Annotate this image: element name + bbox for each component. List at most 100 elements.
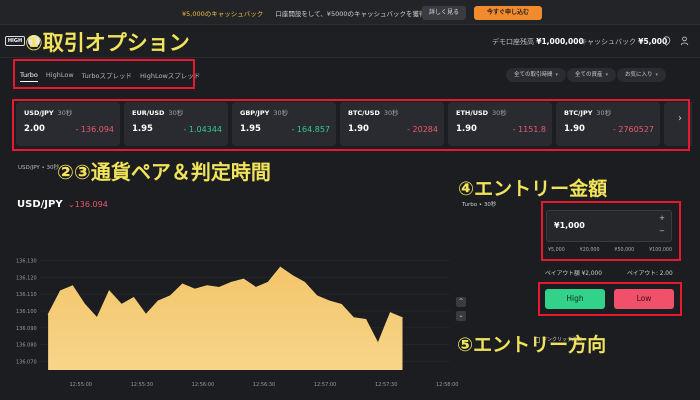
- quick-amount-5000[interactable]: ¥5,000: [548, 248, 565, 253]
- amount-plus-button[interactable]: +: [659, 214, 665, 222]
- promo-apply-button[interactable]: 今すぐ申し込む: [474, 6, 542, 20]
- pair-card-gbpjpy[interactable]: GBP/JPY 30秒 1.95 - 164.857: [232, 102, 336, 146]
- pair-symbol: BTC/USD: [348, 109, 380, 117]
- pair-rate: - 2760527: [612, 125, 654, 134]
- price-point: [340, 303, 342, 305]
- pair-expiry: 30秒: [57, 109, 73, 117]
- location-pin-icon[interactable]: [662, 36, 671, 46]
- amount-value: ¥1,000: [554, 221, 585, 230]
- annotation-amount: ④エントリー金額: [458, 178, 608, 200]
- chart-change-arrow-icon: ⌄: [68, 200, 75, 209]
- price-point: [328, 300, 330, 302]
- x-tick-label: 12:58:00: [436, 382, 458, 388]
- price-point: [267, 281, 269, 283]
- pair-name: EUR/USD 30秒: [132, 107, 183, 117]
- pair-card-btcusd[interactable]: BTC/USD 30秒 1.90 - 20284: [340, 102, 444, 146]
- price-point: [59, 290, 61, 292]
- filter-all-assets[interactable]: 全ての資産 ▾: [567, 68, 617, 82]
- pair-expiry: 30秒: [273, 109, 289, 117]
- y-tick-label: 136.120: [16, 275, 37, 281]
- price-point: [206, 285, 208, 287]
- pair-name: BTC/USD 30秒: [348, 107, 399, 117]
- x-tick-label: 12:56:00: [192, 382, 214, 388]
- price-point: [96, 317, 98, 319]
- price-point: [377, 342, 379, 344]
- chart-zoom-in-button[interactable]: ^: [456, 297, 466, 307]
- demo-balance: デモ口座残高 ¥1,000,000: [492, 37, 584, 47]
- price-point: [72, 285, 73, 287]
- tab-highlow-spread[interactable]: HighLowスプレッド: [140, 68, 200, 82]
- price-point: [279, 266, 281, 268]
- chart-zoom-out-button[interactable]: ⌄: [456, 311, 466, 321]
- tab-highlow[interactable]: HighLow: [46, 69, 74, 81]
- pair-symbol: EUR/USD: [132, 109, 165, 117]
- quick-amount-20000[interactable]: ¥20,000: [580, 248, 600, 253]
- payout-amount: ペイアウト額 ¥2,000: [545, 271, 602, 277]
- price-point: [84, 303, 86, 305]
- pair-payout: 1.95: [132, 124, 153, 134]
- chevron-right-icon[interactable]: ›: [678, 113, 682, 124]
- price-point: [133, 297, 135, 298]
- price-point: [194, 288, 196, 290]
- filter-all-periods-label: 全ての取引時間: [514, 72, 553, 78]
- cashback-label: キャッシュバック: [580, 38, 636, 46]
- price-point: [389, 312, 391, 314]
- price-point: [255, 287, 257, 288]
- pair-card-btcjpy[interactable]: BTC/JPY 30秒 1.90 - 2760527: [556, 102, 660, 146]
- annotation-direction: ⑤エントリー方向: [457, 334, 607, 356]
- price-point: [316, 295, 318, 297]
- amount-input[interactable]: ¥1,000 + −: [546, 210, 672, 242]
- promo-text: ¥5,000のキャッシュバック 口座開設をして、¥5000のキャッシュバックを獲…: [182, 8, 448, 18]
- pair-card-partial[interactable]: [664, 102, 692, 146]
- pair-name: BTC/JPY 30秒: [564, 107, 611, 117]
- promo-cashback-highlight: ¥5,000のキャッシュバック: [182, 10, 264, 18]
- price-point: [353, 317, 354, 319]
- price-point: [47, 313, 49, 315]
- filter-favorites[interactable]: お気に入り ▾: [617, 68, 667, 82]
- y-tick-label: 136.090: [16, 326, 37, 332]
- tab-turbo-spread[interactable]: Turboスプレッド: [82, 68, 132, 82]
- promo-bar: ¥5,000のキャッシュバック 口座開設をして、¥5000のキャッシュバックを獲…: [0, 0, 700, 25]
- pair-expiry: 30秒: [492, 109, 507, 117]
- filter-favorites-label: お気に入り: [625, 72, 653, 78]
- price-point: [365, 319, 367, 320]
- pair-expiry: 30秒: [596, 109, 612, 117]
- filter-all-periods[interactable]: 全ての取引時間 ▾: [506, 68, 567, 82]
- pair-card-eurusd[interactable]: EUR/USD 30秒 1.95 - 1.04344: [124, 102, 228, 146]
- pair-expiry: 30秒: [168, 109, 184, 117]
- pair-payout: 2.00: [24, 124, 45, 134]
- quick-amounts: ¥5,000 ¥20,000 ¥50,000 ¥100,000: [548, 248, 672, 253]
- quick-amount-50000[interactable]: ¥50,000: [614, 248, 634, 253]
- chart-pair-change: ⌄136.094: [68, 200, 108, 209]
- amount-minus-button[interactable]: −: [659, 227, 665, 235]
- pair-name: USD/JPY 30秒: [24, 107, 72, 117]
- price-point: [292, 275, 293, 276]
- y-tick-label: 136.110: [16, 292, 37, 298]
- quick-amount-100000[interactable]: ¥100,000: [649, 248, 672, 253]
- pair-card-ethusd[interactable]: ETH/USD 30秒 1.90 - 1151.8: [448, 102, 552, 146]
- chevron-down-icon: ▾: [555, 72, 559, 78]
- user-profile-icon[interactable]: [680, 36, 689, 46]
- low-button[interactable]: Low: [614, 289, 674, 309]
- tab-turbo[interactable]: Turbo: [20, 69, 38, 82]
- chart-subtab[interactable]: USD/JPY • 30秒: [18, 163, 59, 171]
- price-point: [243, 278, 245, 280]
- promo-detail-button[interactable]: 詳しく見る: [422, 6, 466, 20]
- pair-rate: - 20284: [407, 125, 438, 134]
- annotation-options: ①取引オプション: [25, 31, 190, 55]
- pair-card-usdjpy[interactable]: USD/JPY 30秒 2.00 - 136.094: [16, 102, 120, 146]
- demo-balance-label: デモ口座残高: [492, 38, 534, 46]
- pair-name: GBP/JPY 30秒: [240, 107, 288, 117]
- chevron-down-icon: ▾: [605, 72, 609, 78]
- pair-symbol: USD/JPY: [24, 109, 54, 117]
- x-tick-label: 12:57:30: [375, 382, 397, 388]
- brand-logo[interactable]: HIGH: [5, 36, 25, 46]
- price-chart[interactable]: 136.070 136.080 136.090 136.100 136.110 136.1…: [0, 250, 470, 400]
- price-point: [121, 303, 122, 305]
- chevron-down-icon: ▾: [655, 72, 659, 78]
- price-point: [182, 283, 183, 285]
- price-point: [157, 300, 159, 302]
- chart-pair-title: USD/JPY: [17, 199, 63, 210]
- high-button[interactable]: High: [545, 289, 605, 309]
- x-tick-label: 12:55:00: [69, 382, 91, 388]
